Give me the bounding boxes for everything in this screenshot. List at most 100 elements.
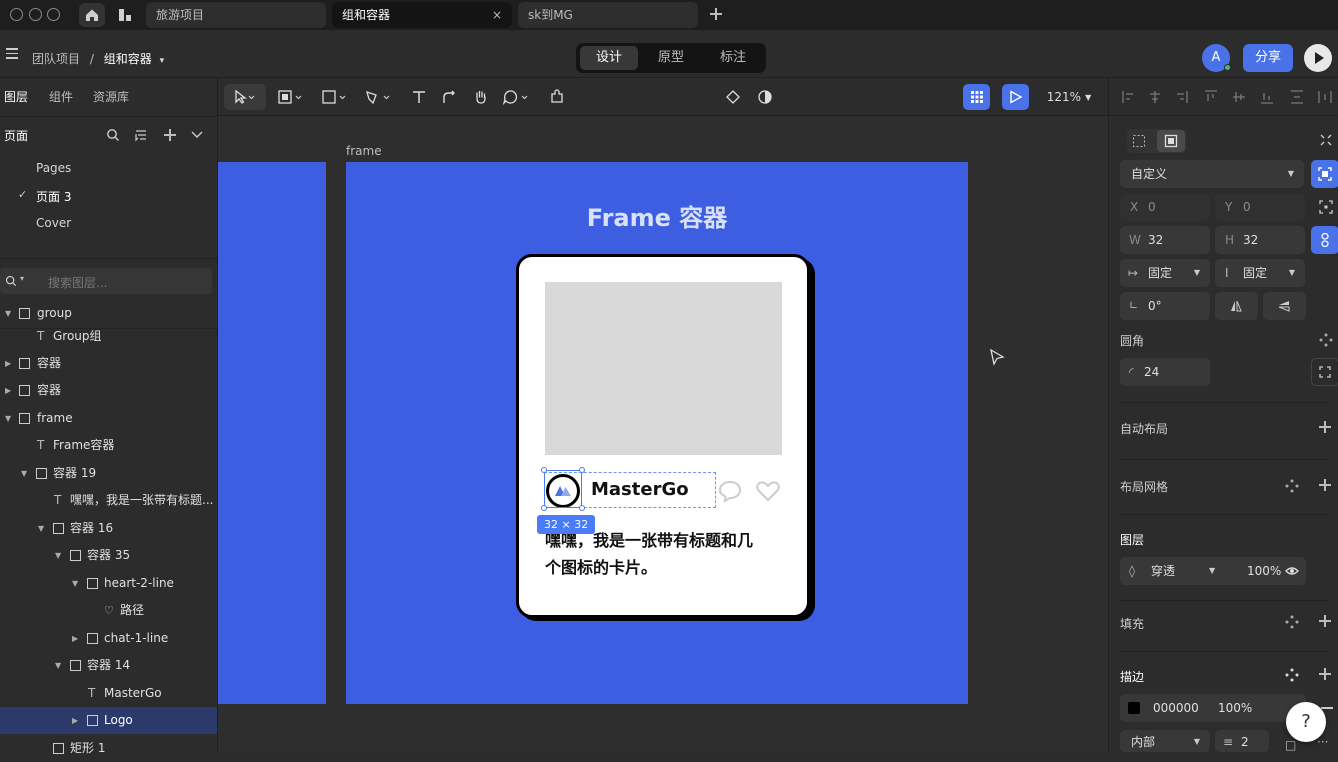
layer-row[interactable]: ▶ chat-1-line (0, 625, 217, 652)
breadcrumb-team[interactable]: 团队项目 (32, 52, 80, 66)
resize-handle[interactable] (579, 467, 585, 473)
layer-row[interactable]: ▼ 容器 19 (0, 460, 217, 487)
style-icon[interactable] (1319, 333, 1333, 347)
frame-name-label[interactable]: frame (346, 144, 382, 158)
align-icons[interactable] (1121, 89, 1333, 105)
stroke-sides-icon[interactable]: □ (1285, 738, 1296, 752)
style-icon[interactable] (1285, 479, 1299, 493)
grid-toggle-button[interactable] (963, 84, 990, 110)
tab-close-icon[interactable]: × (492, 2, 502, 28)
lock-ratio-button[interactable] (1311, 226, 1338, 254)
layer-row[interactable]: ▼ heart-2-line (0, 570, 217, 597)
rectangle-tool[interactable] (318, 84, 352, 110)
resize-handle[interactable] (541, 505, 547, 511)
layer-row[interactable]: 矩形 1 (0, 735, 217, 762)
component-button[interactable] (722, 84, 744, 110)
collapse-pages-icon[interactable] (191, 130, 203, 140)
expand-right-icon[interactable]: ▶ (72, 707, 78, 734)
solid-frame-toggle[interactable] (1157, 130, 1185, 152)
layer-row[interactable]: T 嘿嘿，我是一张带有标题... (0, 487, 217, 514)
flip-horizontal-button[interactable] (1215, 292, 1258, 320)
add-stroke-icon[interactable] (1319, 668, 1331, 680)
prototype-toggle-button[interactable] (1002, 84, 1029, 110)
canvas[interactable]: frame Frame 容器 MasterGo 嘿嘿，我是一张带有标题和几 个图… (218, 116, 1108, 752)
page-item-page3[interactable]: 页面 3 (36, 188, 71, 205)
tab-layers[interactable]: 图层 (4, 88, 28, 105)
tab-components[interactable]: 组件 (49, 88, 73, 105)
help-button[interactable]: ? (1286, 702, 1326, 742)
expand-down-icon[interactable]: ▼ (55, 542, 61, 569)
stroke-color-swatch[interactable] (1128, 702, 1140, 714)
frame-partial[interactable] (218, 162, 326, 704)
share-button[interactable]: 分享 (1243, 44, 1293, 72)
breadcrumb-file[interactable]: 组和容器 (104, 52, 152, 66)
mode-annotate[interactable]: 标注 (704, 46, 762, 70)
window-close-button[interactable] (10, 8, 23, 21)
expand-right-icon[interactable]: ▶ (5, 377, 11, 404)
opacity-value[interactable]: 100% (1247, 557, 1281, 585)
radius-input[interactable]: ◜ 24 (1120, 358, 1210, 386)
layer-row[interactable]: ▶ 容器 (0, 350, 217, 377)
expand-right-icon[interactable]: ▶ (72, 625, 78, 652)
layer-row[interactable]: ▼ 容器 35 (0, 542, 217, 569)
width-mode-dropdown[interactable]: ↦ 固定 ▼ (1120, 259, 1210, 287)
expand-down-icon[interactable]: ▼ (72, 570, 78, 597)
window-minimize-button[interactable] (29, 8, 42, 21)
expand-right-icon[interactable]: ▶ (5, 350, 11, 377)
flip-vertical-button[interactable] (1263, 292, 1306, 320)
expand-down-icon[interactable]: ▼ (55, 652, 61, 679)
style-icon[interactable] (1285, 615, 1299, 629)
layer-row[interactable]: T Frame容器 (0, 432, 217, 459)
text-tool[interactable] (408, 84, 430, 110)
remove-stroke-icon[interactable] (1321, 707, 1333, 709)
layer-row-selected[interactable]: ▶ Logo (0, 707, 217, 734)
home-button[interactable] (79, 3, 105, 27)
width-input[interactable]: W 32 (1120, 226, 1210, 254)
heart-icon[interactable] (755, 480, 781, 502)
add-auto-layout-icon[interactable] (1319, 421, 1331, 433)
x-input[interactable]: X 0 (1120, 193, 1210, 221)
frame-preset-dropdown[interactable]: 自定义 ▼ (1120, 160, 1304, 188)
mask-button[interactable] (754, 84, 776, 110)
height-input[interactable]: H 32 (1215, 226, 1305, 254)
move-tool[interactable] (224, 84, 266, 110)
resize-handle[interactable] (579, 505, 585, 511)
connector-tool[interactable] (438, 84, 460, 110)
chevron-down-icon[interactable]: ▾ (160, 56, 165, 66)
mode-prototype[interactable]: 原型 (642, 46, 700, 70)
collapse-icon[interactable] (1319, 133, 1333, 147)
independent-corners-button[interactable] (1311, 358, 1338, 386)
layer-row[interactable]: ▶ 容器 (0, 377, 217, 404)
page-item-cover[interactable]: Cover (36, 216, 71, 230)
add-layout-grid-icon[interactable] (1319, 479, 1331, 491)
y-input[interactable]: Y 0 (1215, 193, 1305, 221)
tab-assets[interactable]: 资源库 (93, 88, 129, 105)
window-maximize-button[interactable] (47, 8, 60, 21)
layer-row[interactable]: ▼ frame (0, 405, 217, 432)
eye-icon[interactable] (1285, 565, 1299, 577)
blend-mode-dropdown[interactable]: ◊ 穿透 ▼ 100% (1120, 557, 1306, 585)
new-tab-button[interactable] (708, 4, 724, 24)
add-fill-icon[interactable] (1319, 615, 1331, 627)
chat-icon[interactable] (717, 479, 743, 503)
card[interactable]: MasterGo 嘿嘿，我是一张带有标题和几 个图标的卡片。 (516, 254, 810, 618)
stroke-color-input[interactable]: 000000 100% (1120, 694, 1306, 722)
fit-frame-button[interactable] (1311, 160, 1338, 188)
tab-group-container[interactable]: 组和容器 × (332, 2, 512, 28)
layer-search-field[interactable]: ▾ 搜索图层... (0, 268, 212, 294)
resize-handle[interactable] (541, 467, 547, 473)
layer-row[interactable]: T MasterGo (0, 680, 217, 707)
layer-row[interactable]: ▼ 容器 16 (0, 515, 217, 542)
constraints-icon[interactable] (1319, 200, 1333, 214)
menu-icon[interactable] (6, 48, 18, 59)
tab-travel-project[interactable]: 旅游项目 (146, 2, 326, 28)
pen-tool[interactable] (362, 84, 396, 110)
style-icon[interactable] (1285, 668, 1299, 682)
stroke-position-dropdown[interactable]: 内部 ▼ (1120, 730, 1210, 752)
expand-down-icon[interactable]: ▼ (21, 460, 27, 487)
stroke-width-input[interactable]: ≡ 2 (1215, 730, 1269, 752)
tab-sk-to-mg[interactable]: sk到MG (518, 2, 698, 28)
rotation-input[interactable]: ∟ 0° (1120, 292, 1210, 320)
search-icon[interactable] (106, 128, 120, 142)
height-mode-dropdown[interactable]: I 固定 ▼ (1215, 259, 1305, 287)
